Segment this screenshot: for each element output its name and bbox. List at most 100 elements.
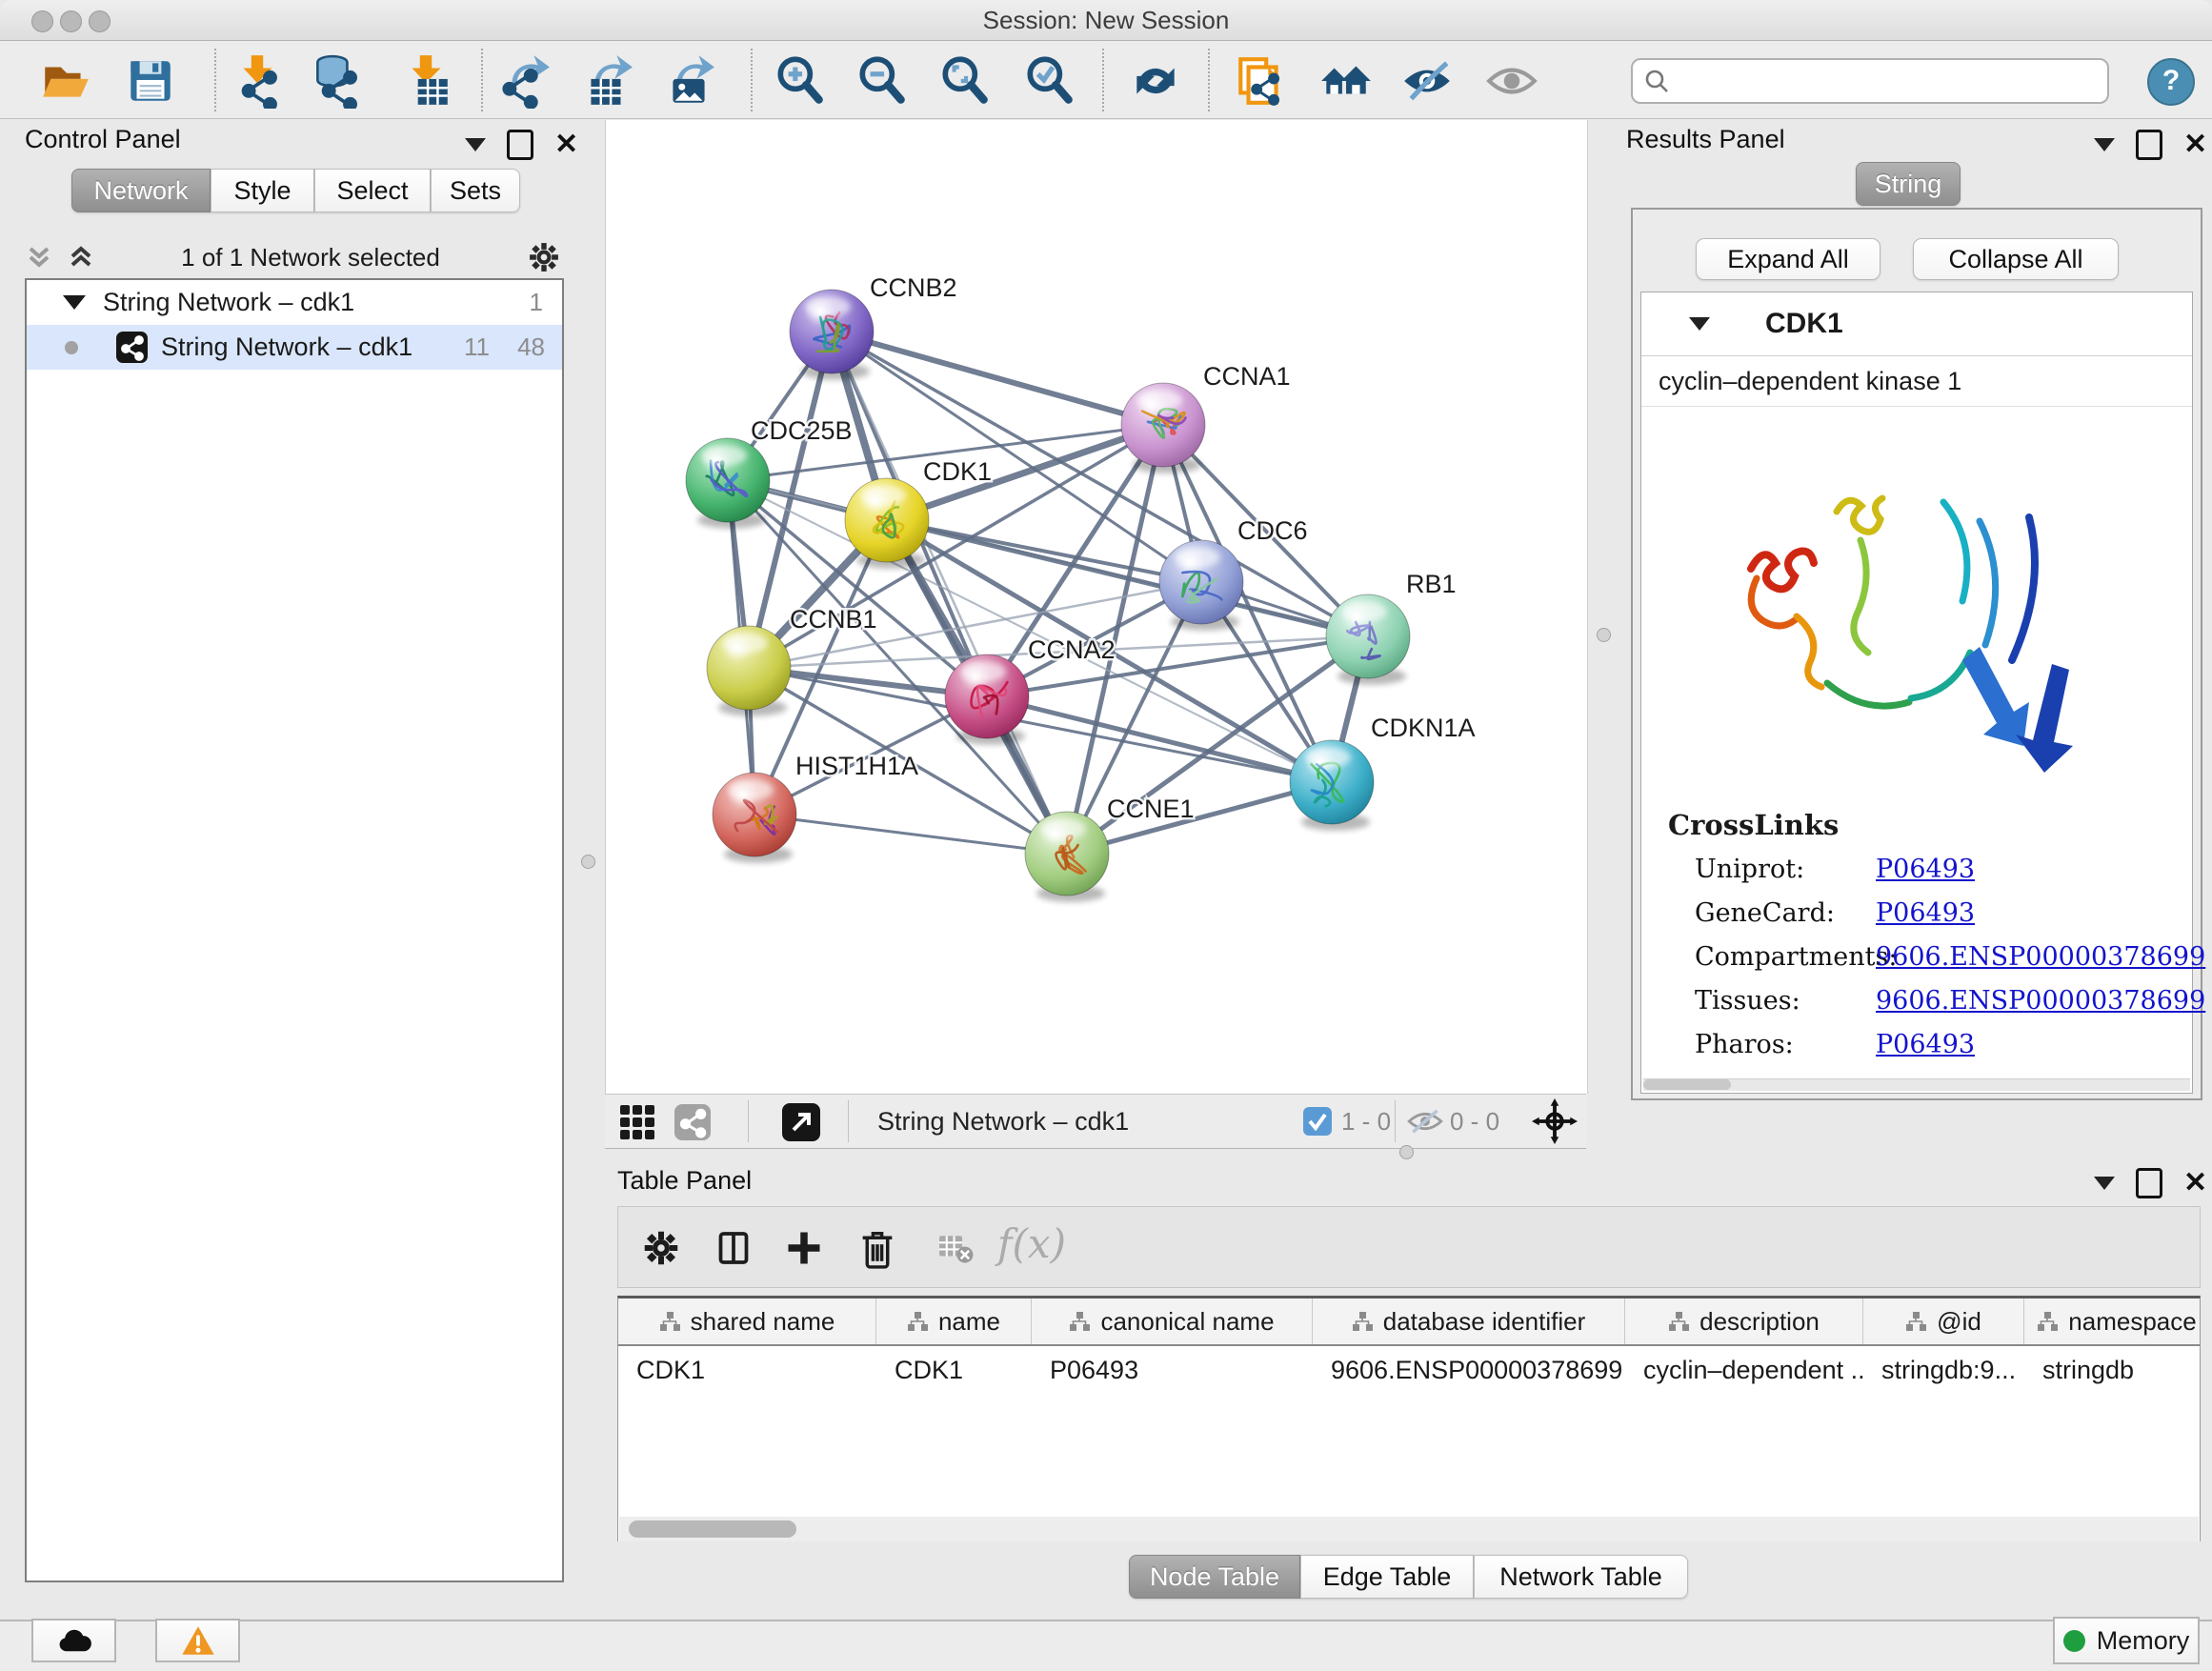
grid-view-icon[interactable] xyxy=(619,1104,655,1140)
tab-sets[interactable]: Sets xyxy=(431,169,520,212)
tab-network-table[interactable]: Network Table xyxy=(1474,1555,1688,1599)
collapse-all-button[interactable]: Collapse All xyxy=(1913,238,2119,280)
network-collection-row[interactable]: String Network – cdk1 1 xyxy=(27,280,562,325)
show-all-icon[interactable] xyxy=(1484,53,1539,109)
delete-column-icon[interactable] xyxy=(856,1226,898,1270)
table-cell[interactable]: stringdb:9... xyxy=(1863,1346,2024,1394)
zoom-in-icon[interactable] xyxy=(773,53,828,109)
export-network-icon[interactable] xyxy=(496,53,552,109)
cloud-services-button[interactable] xyxy=(31,1619,116,1662)
column-header-name[interactable]: name xyxy=(876,1299,1032,1344)
network-edge[interactable] xyxy=(832,332,1163,425)
warnings-button[interactable] xyxy=(155,1619,240,1662)
zoom-fit-icon[interactable] xyxy=(937,53,993,109)
network-share-view-icon[interactable] xyxy=(674,1104,711,1140)
protein-expander-icon[interactable] xyxy=(1689,317,1710,331)
network-row[interactable]: String Network – cdk1 11 48 xyxy=(27,325,562,370)
hide-selected-icon[interactable] xyxy=(1399,53,1455,109)
column-header-@id[interactable]: @id xyxy=(1863,1299,2024,1344)
protein-card-header[interactable]: CDK1 xyxy=(1641,292,2192,356)
crosslink-link[interactable]: P06493 xyxy=(1876,855,1975,884)
network-edge[interactable] xyxy=(987,696,1332,782)
collapse-panel-icon[interactable] xyxy=(465,138,486,151)
network-options-gear-icon[interactable] xyxy=(526,239,562,275)
zoom-out-icon[interactable] xyxy=(855,53,910,109)
first-neighbors-icon[interactable] xyxy=(1317,53,1373,109)
results-tab-string[interactable]: String xyxy=(1856,162,1961,206)
bottom-splitter-grip[interactable] xyxy=(1399,1145,1414,1159)
right-splitter-grip[interactable] xyxy=(1597,628,1611,642)
selected-nodes-checkbox-icon[interactable] xyxy=(1303,1107,1332,1136)
network-node-HIST1H1A[interactable] xyxy=(713,773,796,863)
node-table[interactable]: shared namenamecanonical namedatabase id… xyxy=(617,1296,2201,1541)
network-node-CCNE1[interactable] xyxy=(1025,812,1109,902)
memory-button[interactable]: Memory xyxy=(2053,1617,2200,1664)
column-header-namespace[interactable]: namespace xyxy=(2024,1299,2201,1344)
network-canvas[interactable]: CCNB2CCNA1CDC25BCDK1CDC6RB1CCNB1CCNA2CDK… xyxy=(605,120,1588,1094)
create-column-icon[interactable] xyxy=(784,1228,824,1268)
table-options-gear-icon[interactable] xyxy=(641,1228,681,1268)
close-panel-icon[interactable]: ✕ xyxy=(554,132,578,157)
table-hscrollbar[interactable] xyxy=(619,1517,2199,1541)
float-panel-icon[interactable] xyxy=(2136,1168,2162,1198)
save-session-icon[interactable] xyxy=(123,53,178,109)
table-cell[interactable]: 9606.ENSP00000378699 xyxy=(1313,1346,1625,1394)
collapse-panel-icon[interactable] xyxy=(2094,138,2115,151)
crosslink-link[interactable]: P06493 xyxy=(1876,898,1975,928)
fit-content-crosshair-icon[interactable] xyxy=(1532,1098,1578,1144)
network-edge[interactable] xyxy=(754,815,1067,854)
crosslink-link[interactable]: P06493 xyxy=(1876,1030,1975,1059)
search-input[interactable] xyxy=(1679,66,2107,97)
table-cell[interactable]: CDK1 xyxy=(876,1346,1032,1394)
search-box[interactable] xyxy=(1631,58,2109,104)
refresh-view-icon[interactable] xyxy=(1128,53,1183,109)
import-network-file-icon[interactable] xyxy=(230,53,285,109)
import-network-database-icon[interactable] xyxy=(308,53,363,109)
network-node-CDC6[interactable] xyxy=(1159,540,1243,631)
export-image-icon[interactable] xyxy=(661,53,716,109)
tab-edge-table[interactable]: Edge Table xyxy=(1300,1555,1474,1599)
crosslink-link[interactable]: 9606.ENSP00000378699 xyxy=(1876,986,2205,1016)
table-cell[interactable]: CDK1 xyxy=(618,1346,876,1394)
network-node-RB1[interactable] xyxy=(1326,594,1410,685)
duplicate-network-icon[interactable] xyxy=(1233,53,1288,109)
table-cell[interactable]: P06493 xyxy=(1032,1346,1313,1394)
expand-all-button[interactable]: Expand All xyxy=(1696,238,1880,280)
close-panel-icon[interactable]: ✕ xyxy=(2183,1171,2207,1196)
column-header-canonical-name[interactable]: canonical name xyxy=(1032,1299,1313,1344)
show-columns-icon[interactable] xyxy=(714,1228,754,1268)
column-header-description[interactable]: description xyxy=(1625,1299,1863,1344)
float-panel-icon[interactable] xyxy=(2136,130,2162,160)
results-hscrollbar[interactable] xyxy=(1643,1078,2190,1091)
network-graph[interactable]: CCNB2CCNA1CDC25BCDK1CDC6RB1CCNB1CCNA2CDK… xyxy=(606,120,1587,1094)
collection-expander-icon[interactable] xyxy=(63,295,86,310)
float-panel-icon[interactable] xyxy=(507,130,533,160)
export-table-icon[interactable] xyxy=(579,53,634,109)
tab-select[interactable]: Select xyxy=(314,169,431,212)
network-node-CDKN1A[interactable] xyxy=(1290,740,1374,831)
birdseye-view-icon[interactable] xyxy=(782,1103,820,1141)
tab-style[interactable]: Style xyxy=(211,169,314,212)
collapse-panel-icon[interactable] xyxy=(2094,1177,2115,1190)
table-cell[interactable]: cyclin–dependent ... xyxy=(1625,1346,1863,1394)
table-cell[interactable]: stringdb xyxy=(2024,1346,2201,1394)
expand-all-networks-icon[interactable] xyxy=(67,243,95,272)
network-node-CCNB1[interactable] xyxy=(707,626,791,716)
table-row[interactable]: CDK1CDK1P064939606.ENSP00000378699cyclin… xyxy=(618,1346,2200,1394)
column-header-shared-name[interactable]: shared name xyxy=(618,1299,876,1344)
open-session-icon[interactable] xyxy=(38,53,93,109)
network-node-CCNA1[interactable] xyxy=(1121,383,1205,473)
left-splitter-grip[interactable] xyxy=(581,855,595,869)
tab-network[interactable]: Network xyxy=(71,169,211,212)
scrollbar-thumb[interactable] xyxy=(629,1520,796,1538)
close-panel-icon[interactable]: ✕ xyxy=(2183,132,2207,157)
zoom-selected-icon[interactable] xyxy=(1022,53,1077,109)
network-node-CCNB2[interactable] xyxy=(790,290,874,380)
import-table-file-icon[interactable] xyxy=(398,53,453,109)
collapse-all-networks-icon[interactable] xyxy=(25,243,53,272)
network-node-CDC25B[interactable] xyxy=(686,438,770,529)
tab-node-table[interactable]: Node Table xyxy=(1129,1555,1300,1599)
crosslink-link[interactable]: 9606.ENSP00000378699 xyxy=(1876,942,2205,972)
column-header-database-identifier[interactable]: database identifier xyxy=(1313,1299,1625,1344)
help-button[interactable]: ? xyxy=(2147,58,2195,106)
